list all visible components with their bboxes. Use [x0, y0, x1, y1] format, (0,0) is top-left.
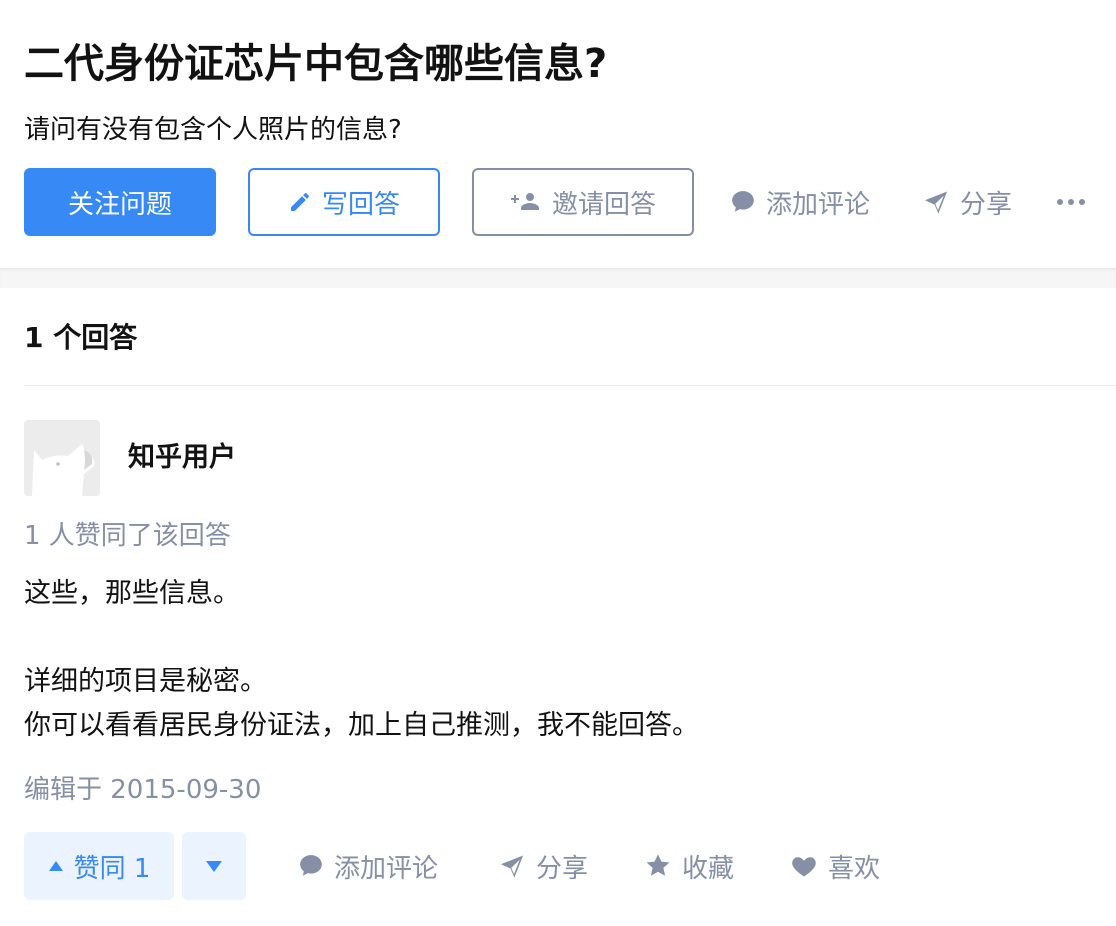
author-name[interactable]: 知乎用户 [128, 438, 236, 478]
more-button[interactable] [1056, 168, 1096, 236]
favorite-button[interactable]: 收藏 [644, 832, 734, 900]
answers-card: 1 个回答 知乎用户 1 人赞同了该回答 这些，那些信息。 详细的项目是秘密。 … [0, 288, 1116, 926]
triangle-up-icon [48, 861, 63, 871]
heart-icon [792, 857, 816, 877]
follow-question-button[interactable]: 关注问题 [24, 168, 216, 236]
edited-timestamp[interactable]: 编辑于 2015-09-30 [24, 770, 261, 810]
voters-info[interactable]: 1 人赞同了该回答 [24, 516, 231, 556]
add-user-icon [510, 193, 539, 210]
question-title[interactable]: 二代身份证芯片中包含哪些信息? [24, 36, 607, 92]
default-avatar-icon [24, 420, 100, 496]
invite-answer-button[interactable]: 邀请回答 [472, 168, 694, 236]
answer-paragraph: 你可以看看居民身份证法，加上自己推测，我不能回答。 [24, 710, 699, 741]
write-answer-label: 写回答 [321, 189, 400, 220]
answer-content: 这些，那些信息。 详细的项目是秘密。 你可以看看居民身份证法，加上自己推测，我不… [24, 572, 699, 748]
answer-paragraph: 详细的项目是秘密。 [24, 666, 267, 697]
downvote-button[interactable] [182, 832, 246, 900]
answer-comment-label: 添加评论 [334, 853, 439, 884]
upvote-label: 赞同 1 [73, 853, 151, 884]
avatar[interactable] [24, 420, 100, 496]
question-card: 二代身份证芯片中包含哪些信息? 请问有没有包含个人照片的信息? 关注问题 写回答… [0, 0, 1116, 268]
section-divider [0, 268, 1116, 288]
star-icon [646, 854, 670, 876]
paper-plane-icon [924, 191, 948, 214]
triangle-down-icon [206, 860, 222, 872]
paper-plane-icon [500, 855, 524, 878]
question-comment-button[interactable]: 添加评论 [730, 168, 870, 236]
comment-icon [732, 191, 754, 212]
answer-share-button[interactable]: 分享 [498, 832, 588, 900]
question-share-label: 分享 [960, 189, 1013, 220]
pencil-icon [290, 192, 309, 211]
question-detail: 请问有没有包含个人照片的信息? [24, 115, 402, 145]
answer-share-label: 分享 [536, 853, 589, 884]
answer-paragraph: 这些，那些信息。 [24, 578, 240, 609]
like-button[interactable]: 喜欢 [790, 832, 880, 900]
like-label: 喜欢 [828, 853, 881, 884]
write-answer-button[interactable]: 写回答 [248, 168, 440, 236]
invite-answer-label: 邀请回答 [551, 189, 656, 220]
question-share-button[interactable]: 分享 [922, 168, 1012, 236]
answer-count: 1 个回答 [24, 321, 138, 354]
answer-comment-button[interactable]: 添加评论 [298, 832, 438, 900]
upvote-button[interactable]: 赞同 1 [24, 832, 174, 900]
comment-icon [300, 855, 322, 876]
favorite-label: 收藏 [682, 853, 735, 884]
header-divider [24, 385, 1116, 386]
more-icon [1057, 199, 1085, 205]
follow-question-label: 关注问题 [67, 189, 172, 220]
question-comment-label: 添加评论 [766, 189, 871, 220]
